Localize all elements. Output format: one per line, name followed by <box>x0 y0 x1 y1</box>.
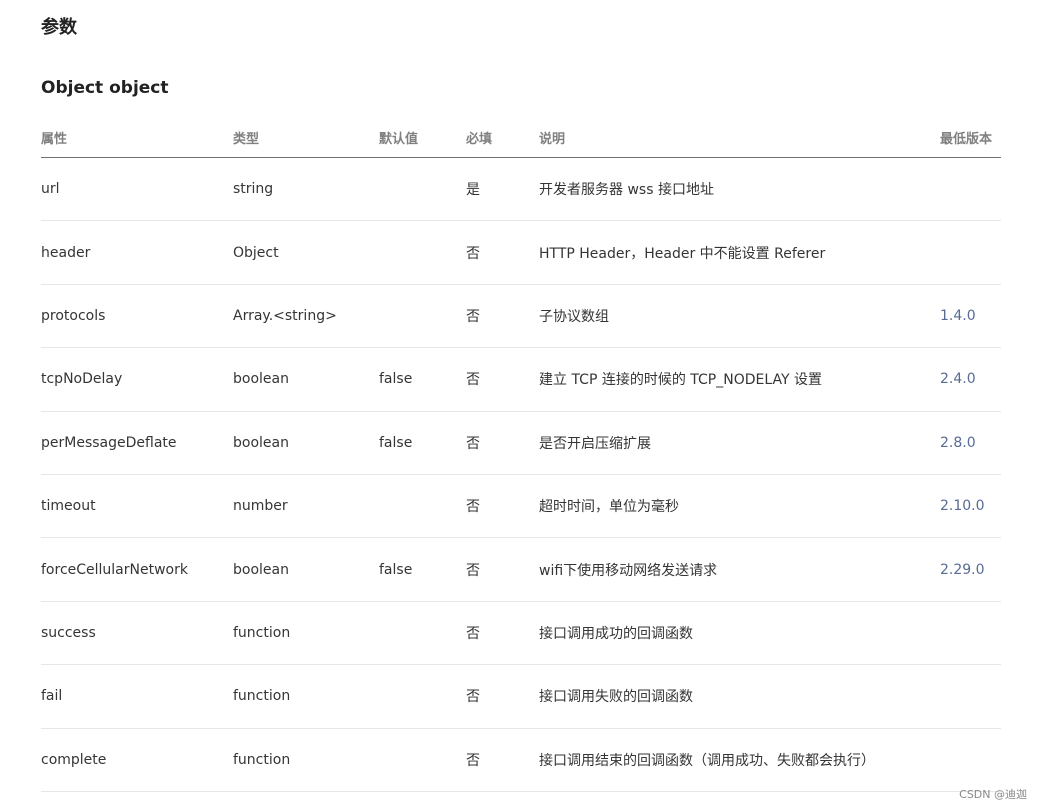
param-required: 否 <box>466 664 539 729</box>
param-required: 否 <box>466 220 539 285</box>
param-name: fail <box>41 664 233 729</box>
table-row: complete function 否 接口调用结束的回调函数（调用成功、失败都… <box>41 728 1001 792</box>
param-description: 开发者服务器 wss 接口地址 <box>539 157 940 222</box>
param-required: 否 <box>466 411 539 475</box>
table-header-row: 属性 类型 默认值 必填 说明 最低版本 <box>41 117 1001 158</box>
param-default <box>379 601 466 666</box>
param-version-link[interactable]: 2.4.0 <box>940 347 1001 412</box>
param-description: 子协议数组 <box>539 284 940 349</box>
param-default <box>379 664 466 729</box>
param-type: string <box>233 157 379 222</box>
param-name: header <box>41 220 233 285</box>
param-version-link[interactable]: 1.4.0 <box>940 284 1001 349</box>
header-required: 必填 <box>466 117 539 158</box>
object-title: Object object <box>41 78 169 98</box>
table-row: url string 是 开发者服务器 wss 接口地址 <box>41 157 1001 222</box>
param-type: number <box>233 474 379 539</box>
table-row: protocols Array.<string> 否 子协议数组 1.4.0 <box>41 284 1001 349</box>
param-type: Object <box>233 220 379 285</box>
param-required: 否 <box>466 537 539 602</box>
param-required: 否 <box>466 474 539 539</box>
table-row: success function 否 接口调用成功的回调函数 <box>41 601 1001 666</box>
param-description: 接口调用成功的回调函数 <box>539 601 940 666</box>
param-version-link[interactable]: 2.29.0 <box>940 537 1001 602</box>
param-type: boolean <box>233 347 379 412</box>
param-version-link[interactable] <box>940 157 1001 222</box>
param-name: complete <box>41 728 233 792</box>
param-type: function <box>233 664 379 729</box>
param-required: 否 <box>466 601 539 666</box>
param-default <box>379 728 466 792</box>
table-row: perMessageDeflate boolean false 否 是否开启压缩… <box>41 411 1001 475</box>
param-default <box>379 157 466 222</box>
param-name: url <box>41 157 233 222</box>
param-default <box>379 284 466 349</box>
param-default <box>379 220 466 285</box>
param-required: 否 <box>466 284 539 349</box>
param-description: 超时时间，单位为毫秒 <box>539 474 940 539</box>
param-default: false <box>379 537 466 602</box>
param-name: perMessageDeflate <box>41 411 233 475</box>
param-version-link[interactable]: 2.8.0 <box>940 411 1001 475</box>
param-name: tcpNoDelay <box>41 347 233 412</box>
param-description: wifi下使用移动网络发送请求 <box>539 537 940 602</box>
header-name: 属性 <box>41 117 233 158</box>
param-version-link[interactable] <box>940 728 1001 792</box>
header-default: 默认值 <box>379 117 466 158</box>
table-row: header Object 否 HTTP Header，Header 中不能设置… <box>41 220 1001 285</box>
csdn-watermark: CSDN @迪迦 <box>959 788 1027 801</box>
param-description: 接口调用失败的回调函数 <box>539 664 940 729</box>
param-description: HTTP Header，Header 中不能设置 Referer <box>539 220 940 285</box>
param-description: 是否开启压缩扩展 <box>539 411 940 475</box>
section-title: 参数 <box>41 17 77 38</box>
param-name: timeout <box>41 474 233 539</box>
param-type: function <box>233 601 379 666</box>
param-version-link[interactable] <box>940 601 1001 666</box>
param-description: 建立 TCP 连接的时候的 TCP_NODELAY 设置 <box>539 347 940 412</box>
param-default <box>379 474 466 539</box>
param-name: forceCellularNetwork <box>41 537 233 602</box>
table-row: fail function 否 接口调用失败的回调函数 <box>41 664 1001 729</box>
param-required: 否 <box>466 728 539 792</box>
param-required: 是 <box>466 157 539 222</box>
param-type: boolean <box>233 537 379 602</box>
header-type: 类型 <box>233 117 379 158</box>
param-type: Array.<string> <box>233 284 379 349</box>
param-type: boolean <box>233 411 379 475</box>
header-version: 最低版本 <box>940 117 1001 158</box>
header-description: 说明 <box>539 117 940 158</box>
parameters-table: 属性 类型 默认值 必填 说明 最低版本 url string 是 开发者服务器… <box>41 117 1001 792</box>
table-row: tcpNoDelay boolean false 否 建立 TCP 连接的时候的… <box>41 347 1001 412</box>
param-required: 否 <box>466 347 539 412</box>
table-row: forceCellularNetwork boolean false 否 wif… <box>41 537 1001 602</box>
param-default: false <box>379 347 466 412</box>
param-name: protocols <box>41 284 233 349</box>
param-name: success <box>41 601 233 666</box>
param-default: false <box>379 411 466 475</box>
param-version-link[interactable]: 2.10.0 <box>940 474 1001 539</box>
table-row: timeout number 否 超时时间，单位为毫秒 2.10.0 <box>41 474 1001 539</box>
param-version-link[interactable] <box>940 664 1001 729</box>
param-version-link[interactable] <box>940 220 1001 285</box>
param-type: function <box>233 728 379 792</box>
param-description: 接口调用结束的回调函数（调用成功、失败都会执行） <box>539 728 940 792</box>
